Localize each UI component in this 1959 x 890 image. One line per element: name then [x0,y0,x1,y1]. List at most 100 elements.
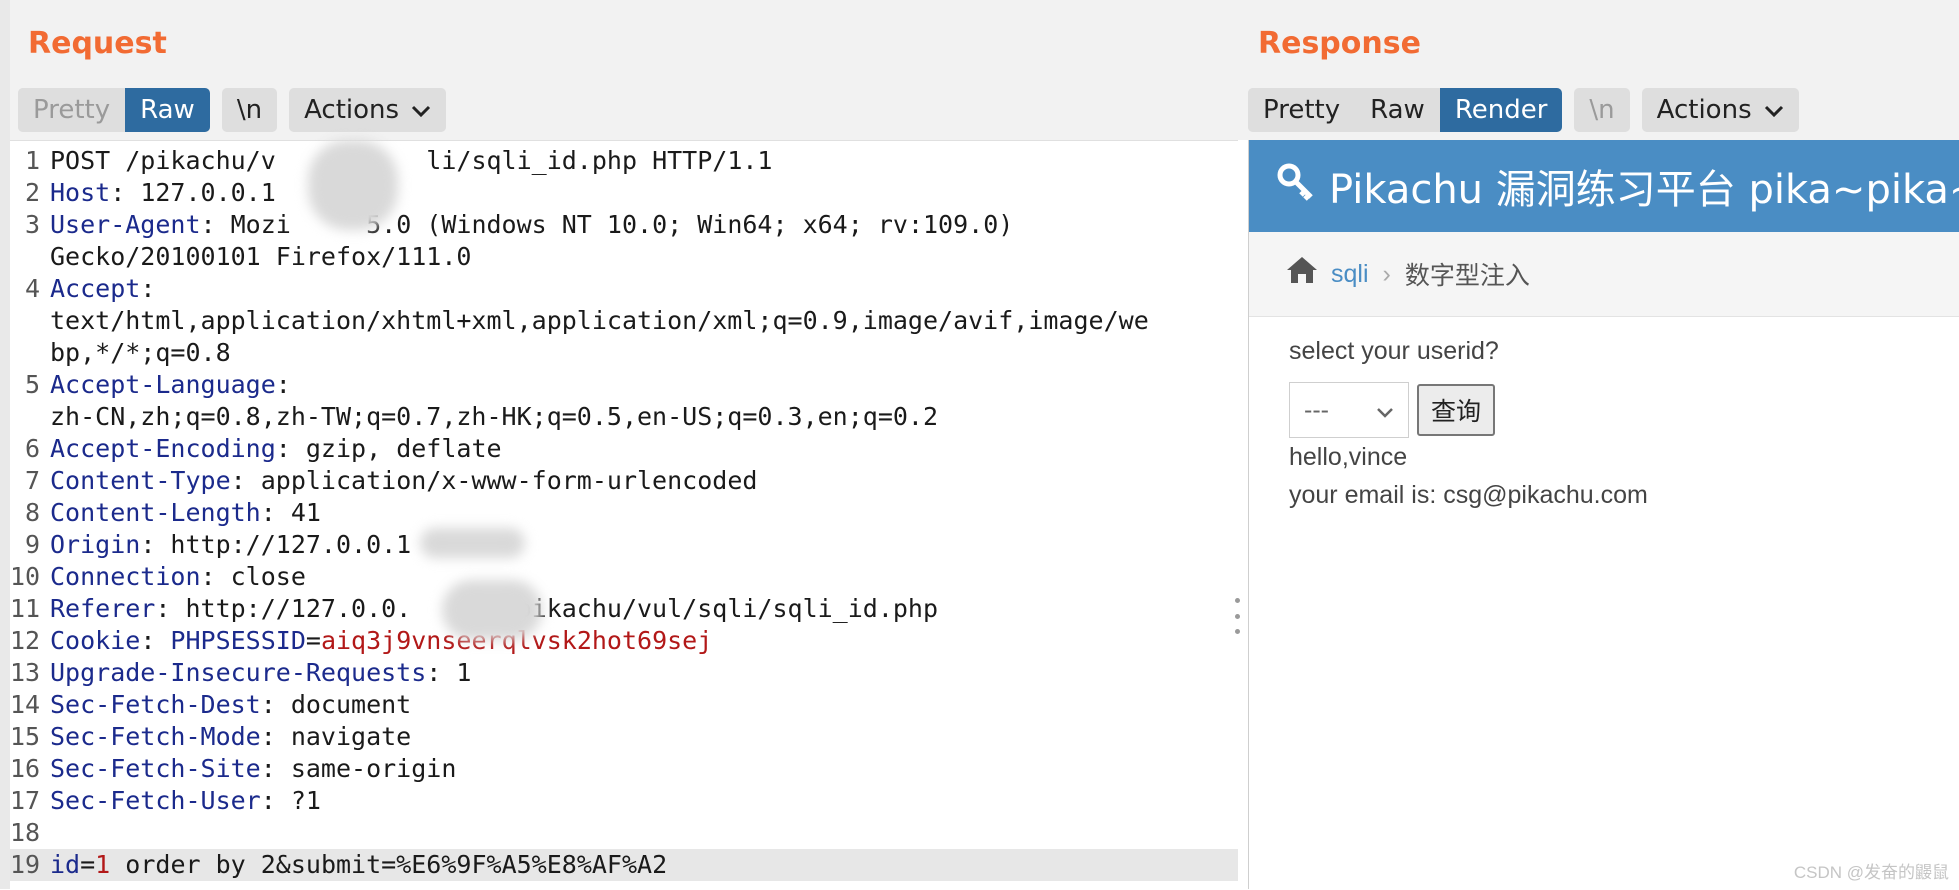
line-code: Connection: close [50,561,1238,593]
request-actions-label: Actions [304,95,400,125]
editor-line[interactable]: 2 Host: 127.0.0.1 [10,177,1238,209]
request-actions-menu[interactable]: Actions [289,88,447,132]
editor-line[interactable]: 11 Referer: http://127.0.0. /pikachu/vul/… [10,593,1238,625]
response-tab-raw[interactable]: Raw [1355,88,1440,132]
code-token: Sec-Fetch-User [50,786,261,815]
line-number: 2 [24,178,40,207]
home-icon[interactable] [1285,255,1319,293]
line-number: 4 [24,274,40,303]
email-message: your email is: csg@pikachu.com [1289,481,1648,509]
editor-line[interactable]: text/html,application/xhtml+xml,applicat… [10,305,1238,337]
editor-line[interactable]: 13 Upgrade-Insecure-Requests: 1 [10,657,1238,689]
request-tab-raw[interactable]: Raw [125,88,210,132]
code-token: order by 2&submit=%E6%9F%A5%E8%AF%A2 [110,850,668,879]
editor-line[interactable]: 17 Sec-Fetch-User: ?1 [10,785,1238,817]
code-token: POST /pikachu/v [50,146,276,175]
code-token: bp,*/*;q=0.8 [50,338,231,367]
line-number: 1 [24,146,40,175]
editor-line[interactable]: 19 id=1 order by 2&submit=%E6%9F%A5%E8%AF… [10,849,1238,881]
editor-line[interactable]: 1 POST /pikachu/v li/sqli_id.php HTTP/1.1 [10,145,1238,177]
editor-line[interactable]: 7 Content-Type: application/x-www-form-ur… [10,465,1238,497]
code-token: Sec-Fetch-Mode [50,722,261,751]
code-token: : http://127.0.0.1 [140,530,412,559]
line-number: 6 [24,434,40,463]
request-view-tabs: Pretty Raw [18,88,210,132]
response-tab-render[interactable]: Render [1439,88,1563,132]
editor-line[interactable]: 3 User-Agent: Mozi 5.0 (Windows NT 10.0; … [10,209,1238,241]
line-code: Host: 127.0.0.1 [50,177,1238,209]
response-tab-pretty[interactable]: Pretty [1248,88,1356,132]
line-number [10,241,50,273]
editor-line[interactable]: zh-CN,zh;q=0.8,zh-TW;q=0.7,zh-HK;q=0.5,e… [10,401,1238,433]
editor-line[interactable]: 5 Accept-Language: [10,369,1238,401]
request-tab-pretty[interactable]: Pretty [18,88,126,132]
code-token: Accept [50,274,141,303]
editor-line[interactable]: 16 Sec-Fetch-Site: same-origin [10,753,1238,785]
line-code: Referer: http://127.0.0. /pikachu/vul/sq… [50,593,1238,625]
code-token: : application/x-www-form-urlencoded [230,466,758,495]
line-number [10,305,50,337]
response-panel: Response Pretty Raw Render \n Actions Pi… [1240,0,1959,889]
code-token: text/html,application/xhtml+xml,applicat… [50,306,1149,335]
line-number [10,337,50,369]
line-code: Sec-Fetch-Mode: navigate [50,721,1238,753]
request-editor[interactable]: 1 POST /pikachu/v li/sqli_id.php HTTP/1.1… [10,140,1238,890]
line-code: Gecko/20100101 Firefox/111.0 [50,241,1238,273]
editor-line[interactable]: 15 Sec-Fetch-Mode: navigate [10,721,1238,753]
code-token: id [50,850,81,879]
userid-select-value: --- [1304,395,1329,424]
code-token: PHPSESSID [170,626,306,655]
code-token: Referer [50,594,156,623]
chevron-down-icon [411,98,431,122]
response-render-view: Pikachu 漏洞练习平台 pika~pika~ sqli › 数字型注入 s… [1248,140,1959,889]
editor-line[interactable]: bp,*/*;q=0.8 [10,337,1238,369]
breadcrumb-link-sqli[interactable]: sqli [1331,260,1369,289]
line-code: Accept-Language: [50,369,1238,401]
editor-line[interactable]: 10 Connection: close [10,561,1238,593]
code-token: zh-CN,zh;q=0.8,zh-TW;q=0.7,zh-HK;q=0.5,e… [50,402,939,431]
line-number: 3 [24,210,40,239]
userid-select[interactable]: --- [1289,382,1409,438]
editor-line[interactable]: 6 Accept-Encoding: gzip, deflate [10,433,1238,465]
editor-line[interactable]: 9 Origin: http://127.0.0.1 [10,529,1238,561]
line-code: POST /pikachu/v li/sqli_id.php HTTP/1.1 [50,145,1238,177]
request-header: Request Pretty Raw \n Actions [10,0,1240,140]
redaction-blur [442,580,542,640]
editor-line[interactable]: 4 Accept: [10,273,1238,305]
line-number: 10 [10,562,41,591]
query-button[interactable]: 查询 [1417,384,1496,436]
editor-line[interactable]: 12 Cookie: PHPSESSID=aiq3j9vnseerqlvsk2ho… [10,625,1238,657]
line-number: 14 [10,690,41,719]
code-token: 5.0 (Windows NT 10.0; Win64; x64; rv:109… [366,210,1014,239]
code-token: User-Agent [50,210,201,239]
editor-line[interactable]: 8 Content-Length: 41 [10,497,1238,529]
editor-line[interactable]: Gecko/20100101 Firefox/111.0 [10,241,1238,273]
watermark: CSDN @发奋的鼹鼠 [1793,863,1949,882]
line-code: Accept: [50,273,1238,305]
editor-line[interactable]: 14 Sec-Fetch-Dest: document [10,689,1238,721]
line-number: 16 [10,754,41,783]
request-newline-toggle[interactable]: \n [221,88,278,132]
request-title: Request [28,26,167,61]
editor-line[interactable]: 18 [10,817,1238,849]
response-toolbar: Pretty Raw Render \n Actions [1248,88,1799,132]
code-token: : navigate [260,722,412,751]
breadcrumb: sqli › 数字型注入 [1249,232,1959,317]
response-title: Response [1258,26,1421,61]
code-token: 1 [95,850,111,879]
code-token: = [80,850,96,879]
line-code: zh-CN,zh;q=0.8,zh-TW;q=0.7,zh-HK;q=0.5,e… [50,401,1238,433]
code-token: : [275,370,291,399]
site-header: Pikachu 漏洞练习平台 pika~pika~ [1249,140,1959,232]
response-newline-toggle[interactable]: \n [1574,88,1630,132]
response-actions-label: Actions [1656,95,1752,125]
code-token: Connection [50,562,201,591]
redaction-blur [308,140,398,230]
hello-message: hello,vince [1289,443,1408,471]
code-token: Cookie [50,626,141,655]
line-code: Sec-Fetch-User: ?1 [50,785,1238,817]
code-token: Origin [50,530,141,559]
code-token: Sec-Fetch-Dest [50,690,261,719]
response-actions-menu[interactable]: Actions [1641,88,1799,132]
